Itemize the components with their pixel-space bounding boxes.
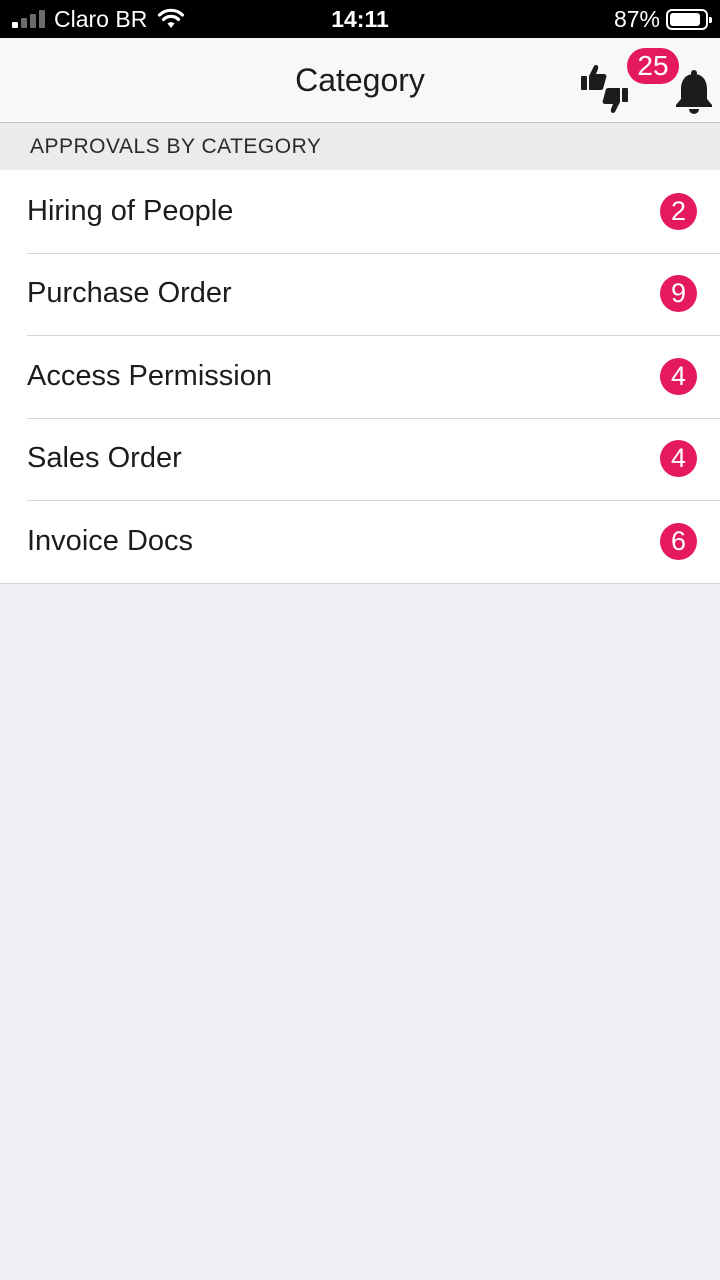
category-label: Sales Order	[27, 442, 182, 475]
category-label: Purchase Order	[27, 277, 232, 310]
thumbs-up-down-icon	[581, 65, 628, 113]
carrier-name: Claro BR	[54, 5, 148, 32]
count-badge: 2	[660, 192, 697, 230]
notification-count-badge: 25	[627, 48, 679, 84]
wifi-icon	[158, 8, 185, 28]
battery-tip	[709, 16, 712, 23]
bell-icon	[676, 70, 712, 114]
status-right: 87%	[613, 0, 712, 38]
category-list: Hiring of People 2 Purchase Order 9 Acce…	[0, 170, 720, 584]
status-bar: Claro BR 14:11 87%	[0, 0, 720, 38]
status-left: Claro BR	[12, 0, 185, 38]
navigation-bar: Category 25	[0, 38, 720, 123]
category-item-sales-order[interactable]: Sales Order 4	[0, 417, 720, 501]
battery-percent: 87%	[613, 5, 660, 32]
approvals-button[interactable]	[578, 62, 632, 116]
count-badge: 6	[660, 522, 697, 560]
battery-icon	[666, 8, 712, 30]
category-label: Hiring of People	[27, 194, 234, 227]
category-item-hiring-of-people[interactable]: Hiring of People 2	[0, 170, 720, 253]
category-label: Invoice Docs	[27, 524, 194, 557]
category-item-access-permission[interactable]: Access Permission 4	[0, 335, 720, 418]
section-header: APPROVALS BY CATEGORY	[0, 123, 720, 170]
notifications-button[interactable]	[674, 68, 714, 116]
count-badge: 4	[660, 357, 697, 395]
category-item-invoice-docs[interactable]: Invoice Docs 6	[0, 500, 720, 583]
category-item-purchase-order[interactable]: Purchase Order 9	[0, 252, 720, 336]
count-badge: 4	[660, 440, 697, 478]
battery-level	[670, 12, 700, 26]
signal-strength-icon	[12, 10, 45, 28]
count-badge: 9	[660, 275, 697, 313]
category-label: Access Permission	[27, 359, 272, 392]
